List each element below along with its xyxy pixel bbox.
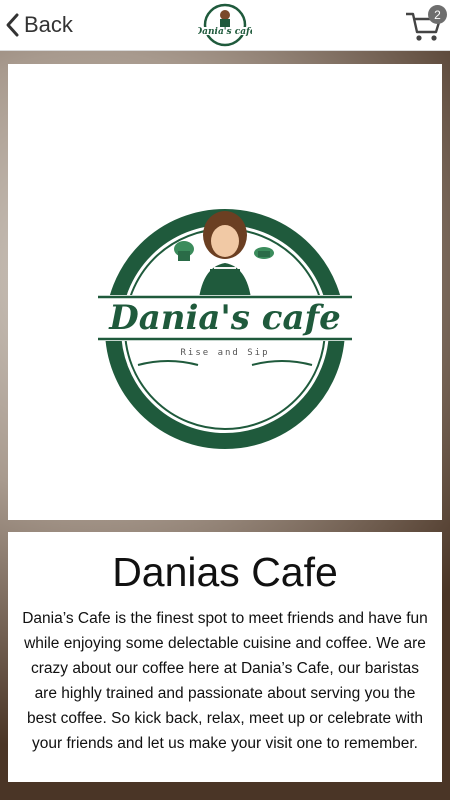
logo-name: Dania's cafe xyxy=(108,298,341,338)
back-button[interactable]: Back xyxy=(4,8,73,42)
cafe-title: Danias Cafe xyxy=(112,549,338,595)
cafe-description: Dania’s Cafe is the finest spot to meet … xyxy=(22,610,428,752)
cafe-logo: Dania's cafe Rise and Sip xyxy=(98,209,352,449)
top-navigation-bar: Back Dania's cafe 2 xyxy=(0,0,450,51)
logo-tagline: Rise and Sip xyxy=(180,348,269,358)
back-label: Back xyxy=(24,12,73,37)
logo-card: Dania's cafe Rise and Sip xyxy=(8,64,442,520)
logo-small-text: Dania's cafe xyxy=(198,27,252,37)
chevron-left-icon xyxy=(6,13,19,37)
about-card: Danias Cafe Dania’s Cafe is the finest s… xyxy=(8,532,442,782)
cart-count-badge: 2 xyxy=(428,5,447,24)
cafe-logo-small[interactable]: Dania's cafe xyxy=(198,3,252,47)
